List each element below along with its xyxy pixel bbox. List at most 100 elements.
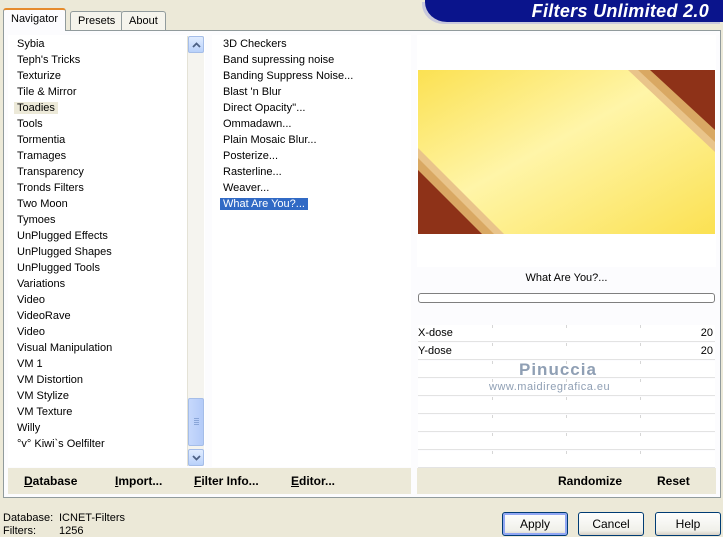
category-item-label: Transparency: [17, 166, 84, 178]
category-item[interactable]: Transparency: [8, 164, 87, 180]
filter-item[interactable]: Banding Suppress Noise...: [212, 68, 356, 84]
category-scrollbar[interactable]: [187, 36, 204, 466]
param-row: [418, 415, 715, 432]
filter-item[interactable]: Band supressing noise: [212, 52, 337, 68]
filter-items: 3D Checkers Band supressing noise Banding …: [212, 35, 411, 467]
category-item[interactable]: Video: [8, 292, 48, 308]
category-item[interactable]: Tools: [8, 116, 46, 132]
database-button[interactable]: Database: [24, 468, 77, 494]
apply-button[interactable]: Apply: [502, 512, 568, 536]
filter-item[interactable]: Rasterline...: [212, 164, 285, 180]
filter-item[interactable]: Weaver...: [212, 180, 272, 196]
category-item[interactable]: Tile & Mirror: [8, 84, 79, 100]
category-item[interactable]: VM Stylize: [8, 388, 72, 404]
reset-button[interactable]: Reset: [657, 468, 690, 494]
status-filters-label: Filters:: [3, 525, 36, 537]
preview-image: [418, 70, 715, 234]
param-label: X-dose: [418, 327, 453, 339]
param-row: [418, 397, 715, 414]
chevron-up-icon: [191, 41, 201, 48]
category-item[interactable]: VM Texture: [8, 404, 75, 420]
category-item-label: VM Stylize: [17, 390, 69, 402]
category-item[interactable]: Teph's Tricks: [8, 52, 83, 68]
category-item-label: UnPlugged Effects: [17, 230, 108, 242]
progress-bar: [418, 293, 715, 303]
param-button-bar: Randomize Reset: [417, 468, 716, 494]
status-database-value: ICNET-Filters: [59, 512, 125, 524]
param-row: [418, 433, 715, 450]
category-item-label: Toadies: [14, 102, 58, 114]
category-item[interactable]: Video: [8, 324, 48, 340]
filter-item-label: 3D Checkers: [223, 38, 287, 50]
scroll-down-button[interactable]: [188, 449, 204, 466]
category-item-label: Tronds Filters: [17, 182, 84, 194]
category-item-label: UnPlugged Shapes: [17, 246, 112, 258]
editor-button[interactable]: Editor...: [291, 468, 335, 494]
filter-item[interactable]: Posterize...: [212, 148, 281, 164]
filter-item-label: Rasterline...: [223, 166, 282, 178]
category-item-label: Tile & Mirror: [17, 86, 77, 98]
category-item[interactable]: Willy: [8, 420, 43, 436]
category-item[interactable]: Toadies: [8, 100, 58, 116]
category-item[interactable]: UnPlugged Tools: [8, 260, 103, 276]
tab-about[interactable]: About: [121, 11, 166, 30]
category-item-label: VideoRave: [17, 310, 71, 322]
category-item-label: Tools: [17, 118, 43, 130]
category-item-label: Video: [17, 294, 45, 306]
filter-item[interactable]: 3D Checkers: [212, 36, 290, 52]
filter-info-button[interactable]: Filter Info...: [194, 468, 259, 494]
filter-item[interactable]: Blast 'n Blur: [212, 84, 284, 100]
category-item[interactable]: Two Moon: [8, 196, 71, 212]
category-item-label: VM Texture: [17, 406, 73, 418]
category-item[interactable]: °v° Kiwi`s Oelfilter: [8, 436, 108, 452]
category-item-label: °v° Kiwi`s Oelfilter: [17, 438, 105, 450]
filter-item[interactable]: Direct Opacity''...: [212, 100, 308, 116]
filter-list[interactable]: 3D Checkers Band supressing noise Banding …: [212, 35, 411, 467]
category-item-label: VM Distortion: [17, 374, 84, 386]
category-item[interactable]: Sybia: [8, 36, 48, 52]
category-item[interactable]: VM Distortion: [8, 372, 86, 388]
watermark-name: Pinuccia: [519, 360, 597, 379]
category-list[interactable]: Sybia Teph's Tricks Texturize Tile & Mirror…: [8, 35, 205, 467]
tab-presets[interactable]: Presets: [70, 11, 124, 30]
param-row[interactable]: X-dose 20: [418, 325, 715, 342]
category-item[interactable]: Tramages: [8, 148, 69, 164]
filter-item[interactable]: Ommadawn...: [212, 116, 294, 132]
filter-item-label: Band supressing noise: [223, 54, 335, 66]
scroll-thumb[interactable]: [188, 398, 204, 446]
randomize-button[interactable]: Randomize: [558, 468, 622, 494]
app-title: Filters Unlimited 2.0: [531, 1, 709, 21]
category-item-label: Sybia: [17, 38, 45, 50]
status-database-label: Database:: [3, 512, 54, 524]
category-item-label: Willy: [17, 422, 41, 434]
tab-navigator[interactable]: Navigator: [3, 8, 67, 31]
filter-item[interactable]: What Are You?...: [212, 196, 308, 212]
category-item[interactable]: VideoRave: [8, 308, 74, 324]
category-item-label: Tramages: [17, 150, 67, 162]
category-item[interactable]: Tronds Filters: [8, 180, 87, 196]
param-row[interactable]: Y-dose 20: [418, 343, 715, 360]
chevron-down-icon: [191, 454, 201, 461]
category-item-label: Tormentia: [17, 134, 66, 146]
filter-item-label: What Are You?...: [220, 198, 308, 210]
filter-item[interactable]: Plain Mosaic Blur...: [212, 132, 320, 148]
status-filters: Filters: 1256: [3, 525, 83, 537]
category-item[interactable]: Variations: [8, 276, 68, 292]
category-item[interactable]: UnPlugged Shapes: [8, 244, 115, 260]
cancel-button[interactable]: Cancel: [578, 512, 644, 536]
param-value: 20: [700, 327, 713, 339]
help-button[interactable]: Help: [655, 512, 721, 536]
category-item[interactable]: Visual Manipulation: [8, 340, 115, 356]
import-button[interactable]: Import...: [115, 468, 162, 494]
category-item[interactable]: Texturize: [8, 68, 64, 84]
category-item[interactable]: UnPlugged Effects: [8, 228, 111, 244]
filter-item-label: Banding Suppress Noise...: [223, 70, 354, 82]
scroll-up-button[interactable]: [188, 36, 204, 53]
category-item[interactable]: Tormentia: [8, 132, 68, 148]
status-database: Database: ICNET-Filters: [3, 512, 125, 524]
param-row: [418, 451, 715, 468]
category-item[interactable]: VM 1: [8, 356, 46, 372]
category-item-label: Two Moon: [17, 198, 68, 210]
category-item-label: Texturize: [17, 70, 62, 82]
category-item[interactable]: Tymoes: [8, 212, 59, 228]
